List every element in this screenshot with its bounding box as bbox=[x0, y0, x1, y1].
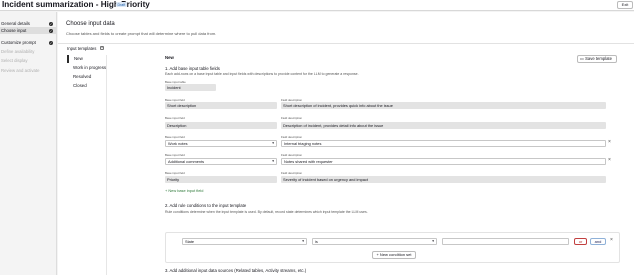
nav-step-label: Choose input bbox=[1, 28, 27, 33]
field-label: Base input field bbox=[165, 153, 185, 157]
condition-set: State ▾ is ▾ or and × + New condition se… bbox=[165, 232, 620, 263]
condition-value-input[interactable] bbox=[442, 238, 569, 245]
check-icon: ✓ bbox=[49, 21, 53, 26]
add-template-icon[interactable]: + bbox=[100, 46, 104, 50]
field-label: Base input field bbox=[165, 135, 185, 139]
divider bbox=[106, 55, 107, 275]
description-label: Field description bbox=[281, 153, 303, 157]
field-description-4[interactable]: Notes shared with requester bbox=[281, 158, 606, 165]
condition-field-select[interactable]: State ▾ bbox=[182, 238, 307, 245]
nav-step-choose-input[interactable]: Choose input ✓ bbox=[0, 27, 57, 34]
step2-title: 2. Add rule conditions to the input temp… bbox=[165, 203, 247, 208]
template-editor-panel: New ▭ Save template 1. Add base input ta… bbox=[162, 52, 628, 275]
base-input-field-1: Short description bbox=[165, 102, 277, 109]
condition-operator-select[interactable]: is ▾ bbox=[312, 238, 437, 245]
step2-description: Rule conditions determine when the input… bbox=[165, 210, 368, 214]
base-input-field-4[interactable]: Additional comments ▾ bbox=[165, 158, 277, 165]
field-description-1: Short description of incident, provides … bbox=[281, 102, 606, 109]
description-label: Field description bbox=[281, 171, 303, 175]
template-item-work-in-progress[interactable]: Work in progress bbox=[67, 64, 109, 72]
exit-button[interactable]: Exit bbox=[617, 1, 633, 9]
section-subtitle: Choose tables and fields to create promp… bbox=[66, 31, 217, 36]
nav-step-review-activate: Review and activate bbox=[0, 67, 57, 74]
step1-title: 1. Add base input table fields bbox=[165, 66, 220, 71]
field-value: Additional comments bbox=[168, 159, 205, 164]
nav-step-label: General details bbox=[1, 21, 30, 26]
nav-step-select-display: Select display bbox=[0, 57, 57, 64]
template-item-closed[interactable]: Closed bbox=[67, 82, 109, 90]
nav-step-label: Define availability bbox=[1, 49, 35, 54]
condition-field-value: State bbox=[185, 239, 195, 244]
base-input-field-3[interactable]: Work notes ▾ bbox=[165, 140, 277, 147]
template-item-new[interactable]: New bbox=[67, 55, 109, 63]
field-label: Base input field bbox=[165, 116, 185, 120]
base-input-field-2: Description bbox=[165, 122, 277, 129]
field-value: Work notes bbox=[168, 141, 188, 146]
input-templates-label: Input templates bbox=[67, 46, 97, 51]
nav-step-label: Customize prompt bbox=[1, 40, 36, 45]
divider bbox=[58, 43, 634, 44]
description-label: Field description bbox=[281, 116, 303, 120]
check-icon: ✓ bbox=[49, 28, 53, 33]
check-icon: ✓ bbox=[49, 40, 53, 45]
field-description-5: Severity of incident based on urgency an… bbox=[281, 176, 606, 183]
or-button[interactable]: or bbox=[574, 238, 587, 245]
status-badge: Draft bbox=[116, 2, 127, 7]
step3-title: 3. Add additional input data sources (Re… bbox=[165, 268, 307, 273]
template-item-resolved[interactable]: Resolved bbox=[67, 73, 109, 81]
chevron-down-icon: ▾ bbox=[432, 239, 434, 243]
and-button[interactable]: and bbox=[590, 238, 606, 245]
nav-step-label: Review and activate bbox=[1, 68, 40, 73]
chevron-down-icon: ▾ bbox=[272, 141, 274, 145]
save-template-label: Save template bbox=[585, 56, 612, 61]
base-table-field: Incident bbox=[165, 84, 216, 91]
field-description-2: Description of incident, provides detail… bbox=[281, 122, 606, 129]
section-title: Choose input data bbox=[66, 21, 115, 27]
field-label: Base input field bbox=[165, 171, 185, 175]
field-description-3[interactable]: Internal triaging notes bbox=[281, 140, 606, 147]
chevron-down-icon: ▾ bbox=[302, 239, 304, 243]
step1-description: Each add-rows on a base input table and … bbox=[165, 72, 359, 76]
nav-step-customize-prompt[interactable]: Customize prompt ✓ bbox=[0, 39, 57, 46]
remove-row-icon[interactable]: × bbox=[608, 157, 611, 163]
save-template-button[interactable]: ▭ Save template bbox=[577, 55, 617, 63]
condition-operator-value: is bbox=[315, 239, 318, 244]
main-content: Choose input data Choose tables and fiel… bbox=[58, 12, 634, 275]
wizard-steps-nav: General details ✓ Choose input ✓ Customi… bbox=[0, 12, 57, 275]
description-label: Field description bbox=[281, 135, 303, 139]
top-header: Incident summarization - High Priority D… bbox=[0, 0, 634, 11]
page-title: Incident summarization - High Priority bbox=[2, 0, 150, 9]
nav-step-general-details[interactable]: General details ✓ bbox=[0, 20, 57, 27]
nav-step-define-availability: Define availability bbox=[0, 48, 57, 55]
chevron-down-icon: ▾ bbox=[272, 159, 274, 163]
nav-step-label: Select display bbox=[1, 58, 28, 63]
template-heading: New bbox=[165, 55, 174, 60]
new-base-input-field-link[interactable]: + New base input field bbox=[165, 188, 203, 193]
remove-row-icon[interactable]: × bbox=[608, 139, 611, 145]
remove-condition-icon[interactable]: × bbox=[610, 237, 613, 243]
base-input-field-5: Priority bbox=[165, 176, 277, 183]
new-condition-set-button[interactable]: + New condition set bbox=[372, 251, 416, 259]
